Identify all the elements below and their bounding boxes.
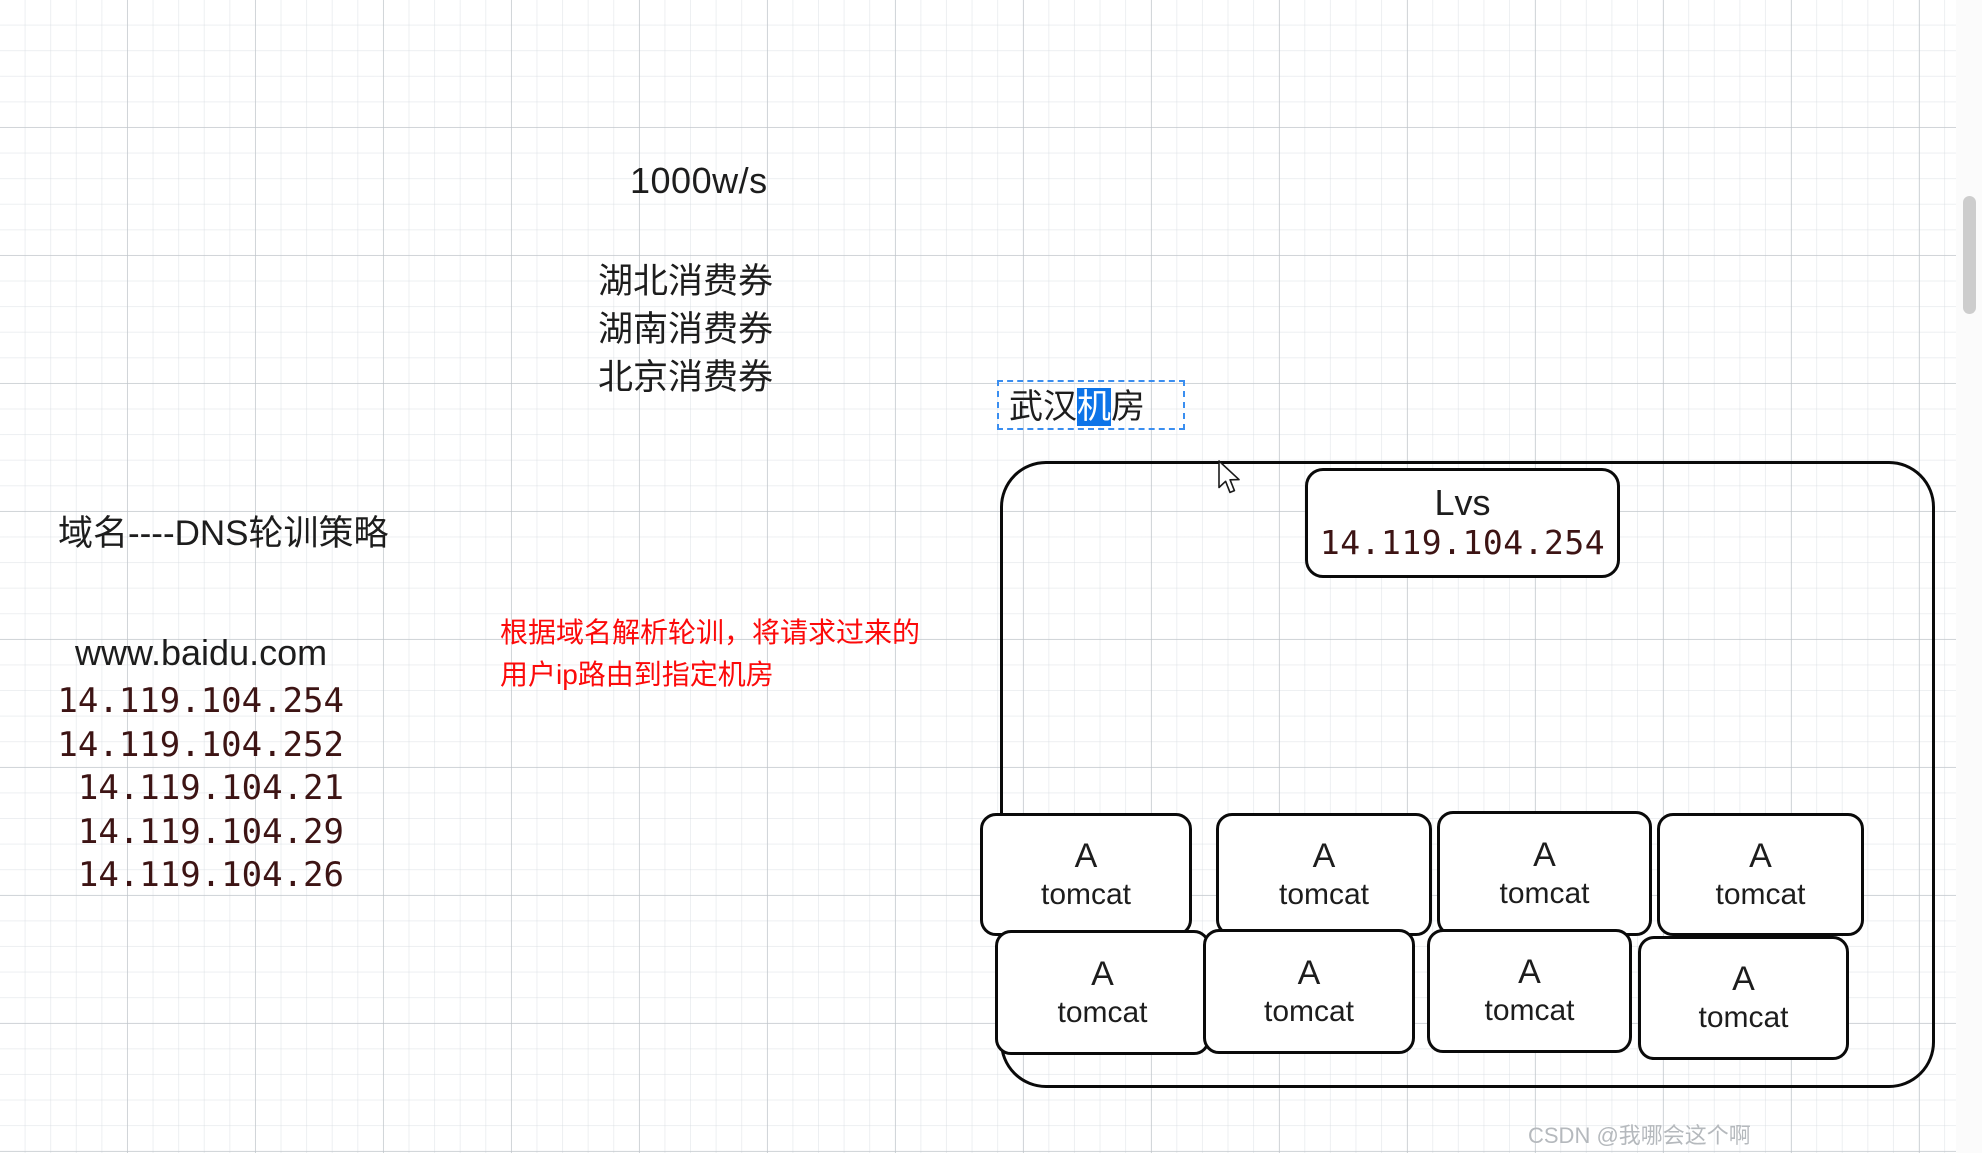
tomcat-node-letter: A [1312,836,1336,875]
coupon-line: 湖北消费券 [598,262,774,301]
lvs-ip: 14.119.104.254 [1319,523,1606,562]
room-label-suffix: 房 [1111,388,1145,426]
room-label-edit-box[interactable]: 武汉机房 [997,380,1185,430]
vertical-scrollbar[interactable] [1956,0,1982,1153]
room-label-prefix: 武汉 [1009,388,1077,426]
dns-ip-item: 14.119.104.252 [57,724,344,765]
lvs-name: Lvs [1434,482,1491,523]
tomcat-node-letter: A [1091,954,1114,993]
tomcat-node-letter: A [1074,836,1098,875]
red-annotation-line: 用户ip路由到指定机房 [500,659,774,690]
domain-label[interactable]: www.baidu.com [75,632,327,674]
tomcat-node-label: tomcat [1040,877,1132,911]
tomcat-node-label: tomcat [1715,877,1806,911]
tomcat-node-letter: A [1518,953,1541,991]
tomcat-node-letter: A [1749,836,1772,875]
tomcat-node[interactable]: A tomcat [1437,811,1652,936]
tomcat-node-letter: A [1533,835,1556,874]
tomcat-node-letter: A [1732,960,1755,998]
watermark: CSDN @我哪会这个啊 [1528,1123,1751,1148]
dns-ip-item: 14.119.104.26 [77,855,344,895]
dns-ip-item: 14.119.104.254 [57,681,344,721]
coupon-list[interactable]: 湖北消费券 湖南消费券 北京消费券 [598,258,773,402]
dns-ip-item: 14.119.104.29 [77,811,344,852]
red-annotation[interactable]: 根据域名解析轮训，将请求过来的 用户ip路由到指定机房 [500,612,920,696]
dns-ip-list[interactable]: 14.119.104.254 14.119.104.252 14.119.104… [56,680,344,898]
dns-ip-item: 14.119.104.21 [77,768,344,808]
tomcat-node-label: tomcat [1499,876,1590,910]
coupon-line: 湖南消费券 [598,310,774,349]
tomcat-node[interactable]: A tomcat [1427,929,1632,1053]
tomcat-node[interactable]: A tomcat [980,813,1192,936]
room-label-text[interactable]: 武汉机房 [1009,386,1145,428]
tomcat-node[interactable]: A tomcat [1657,813,1864,936]
whiteboard-canvas[interactable]: 1000w/s 湖北消费券 湖南消费券 北京消费券 域名----DNS轮训策略 … [0,0,1982,1153]
tomcat-node-label: tomcat [1057,995,1148,1029]
tomcat-node-label: tomcat [1698,1001,1789,1034]
throughput-label[interactable]: 1000w/s [630,160,768,202]
lvs-node[interactable]: Lvs 14.119.104.254 [1305,468,1620,578]
red-annotation-line: 根据域名解析轮训，将请求过来的 [500,617,921,648]
tomcat-node-label: tomcat [1278,877,1370,911]
room-label-selected-char: 机 [1077,388,1111,426]
tomcat-node-label: tomcat [1263,994,1355,1028]
tomcat-node[interactable]: A tomcat [995,930,1210,1055]
tomcat-node-label: tomcat [1484,994,1575,1027]
tomcat-node-letter: A [1297,953,1321,992]
tomcat-node[interactable]: A tomcat [1638,936,1849,1060]
scrollbar-thumb[interactable] [1963,196,1976,314]
coupon-line: 北京消费券 [598,358,774,397]
dns-strategy-label[interactable]: 域名----DNS轮训策略 [58,505,389,556]
tomcat-node[interactable]: A tomcat [1203,929,1415,1054]
tomcat-node[interactable]: A tomcat [1216,813,1432,936]
